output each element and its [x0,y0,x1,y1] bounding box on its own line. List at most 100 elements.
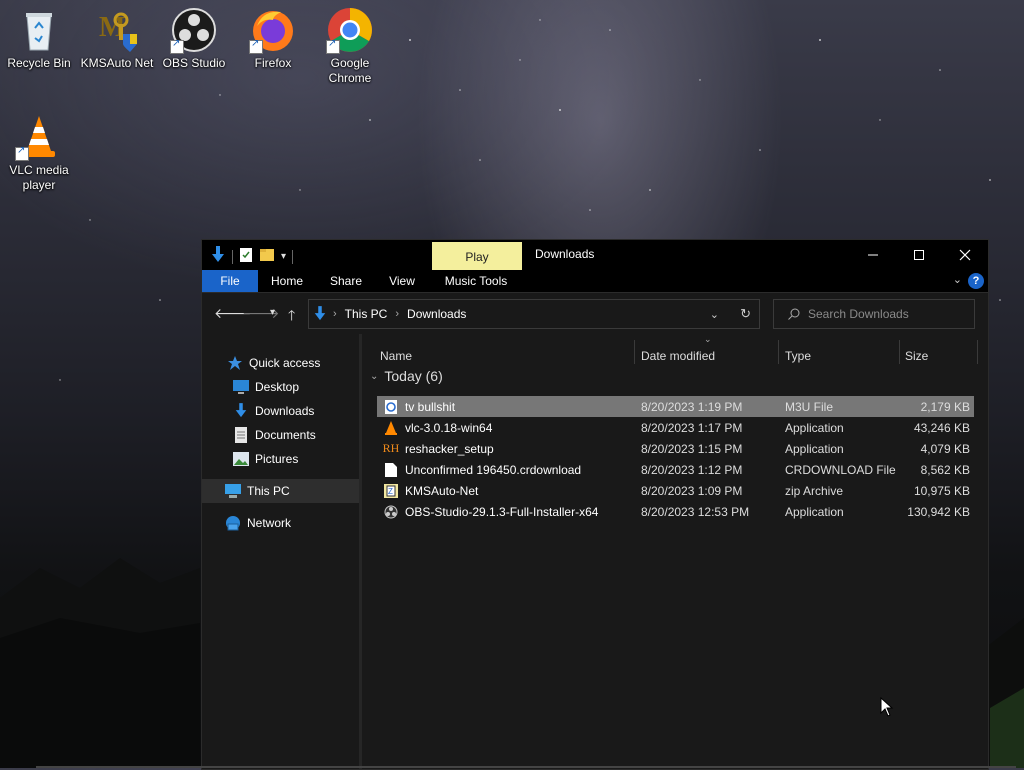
blank-file-icon [383,462,399,478]
maximize-button[interactable] [896,240,942,270]
file-type: Application [785,441,844,456]
desktop-icon-firefox[interactable]: Firefox [236,6,310,71]
desktop-icon-label: KMSAuto Net [80,56,154,70]
file-type: CRDOWNLOAD File [785,462,896,477]
network-icon [225,515,241,531]
tab-file[interactable]: File [202,270,258,292]
file-list: Name Date modified ⌄ Type Size ⌄ Today (… [362,334,988,769]
sidebar-item-label: This PC [247,484,290,498]
download-icon [233,403,249,419]
breadcrumb-this-pc[interactable]: This PC [345,307,388,321]
ribbon-tabs: File Home Share View Music Tools ⌄ ? [202,270,988,293]
search-input[interactable]: Search Downloads [773,299,975,329]
recent-locations-button[interactable]: ▾ [270,307,275,318]
toolbar-divider [232,249,233,264]
file-size: 8,562 KB [920,462,970,477]
address-bar[interactable]: › This PC › Downloads ⌄ ↻ [308,299,760,329]
column-divider[interactable] [778,340,779,364]
column-divider[interactable] [977,340,978,364]
sort-indicator-icon: ⌄ [704,334,712,344]
tab-play[interactable]: Play [432,242,522,270]
close-button[interactable] [942,240,988,270]
table-row[interactable]: RH reshacker_setup 8/20/2023 1:15 PM App… [377,438,974,459]
obs-icon [170,6,218,54]
desktop-icon-label: VLC media player [9,163,69,192]
shortcut-arrow-icon [170,38,184,54]
expand-ribbon-icon[interactable]: ⌄ [953,273,962,286]
file-size: 130,942 KB [907,504,970,519]
group-label: Today (6) [384,368,443,384]
recycle-bin-icon [15,6,63,54]
customize-toolbar-icon[interactable]: ▾ [281,251,286,262]
desktop-icon [233,379,249,395]
desktop-icon-obs[interactable]: OBS Studio [157,6,231,71]
up-button[interactable]: 🡑 [288,305,295,329]
file-date: 8/20/2023 1:19 PM [641,399,743,414]
pc-icon [225,483,241,499]
column-header-type[interactable]: Type [785,344,811,368]
shortcut-arrow-icon [15,145,29,161]
table-row[interactable]: Unconfirmed 196450.crdownload 8/20/2023 … [377,459,974,480]
properties-icon[interactable] [239,247,253,266]
search-icon [788,308,800,320]
file-type: Application [785,420,844,435]
tab-home[interactable]: Home [264,270,310,292]
column-divider[interactable] [899,340,900,364]
file-explorer-window: ▾ Play Downloads File Home Share View Mu… [201,239,989,770]
desktop-icon-chrome[interactable]: Google Chrome [313,6,387,86]
zip-file-icon: Z [383,483,399,499]
new-folder-icon[interactable] [259,247,275,266]
column-divider[interactable] [634,340,635,364]
refresh-icon[interactable]: ↻ [740,306,751,322]
file-name: vlc-3.0.18-win64 [405,420,493,435]
desktop-icon-label: Google Chrome [328,56,372,85]
desktop-icon-label: Recycle Bin [7,56,71,70]
address-dropdown-icon[interactable]: ⌄ [710,308,719,321]
quick-access-toolbar: ▾ [210,246,294,267]
file-date: 8/20/2023 12:53 PM [641,504,750,519]
desktop-icon-vlc[interactable]: VLC media player [2,113,76,193]
file-size: 2,179 KB [920,399,970,414]
file-size: 10,975 KB [913,483,970,498]
navigation-bar: 🡐 🡒 ▾ 🡑 › This PC › Downloads ⌄ ↻ Search… [202,293,988,333]
sidebar-item-quick-access[interactable]: Quick access [202,351,382,375]
file-size: 4,079 KB [920,441,970,456]
desktop-icon-label: Firefox [254,56,292,70]
file-name: KMSAuto-Net [405,483,479,498]
table-row[interactable]: OBS-Studio-29.1.3-Full-Installer-x64 8/2… [377,501,974,522]
tab-share[interactable]: Share [324,270,368,292]
m3u-file-icon [383,399,399,415]
group-header-today[interactable]: ⌄ Today (6) [370,368,443,384]
desktop-icon-recycle-bin[interactable]: Recycle Bin [2,6,76,71]
breadcrumb-chevron-icon: › [333,308,337,320]
toolbar-divider [292,249,294,264]
sidebar-item-network[interactable]: Network [202,511,380,535]
sidebar-item-label: Desktop [255,380,300,394]
file-size: 43,246 KB [913,420,970,435]
pictures-icon [233,451,249,467]
mouse-cursor-icon [880,696,894,720]
sidebar-item-label: Documents [255,428,316,442]
table-row[interactable]: Z KMSAuto-Net 8/20/2023 1:09 PM zip Arch… [377,480,974,501]
column-header-date[interactable]: Date modified [641,344,715,368]
table-row[interactable]: tv bullshit 8/20/2023 1:19 PM M3U File 2… [377,396,974,417]
file-type: Application [785,504,844,519]
table-row[interactable]: vlc-3.0.18-win64 8/20/2023 1:17 PM Appli… [377,417,974,438]
collapse-chevron-icon[interactable]: ⌄ [370,371,378,382]
download-arrow-icon [313,306,327,322]
desktop-icon-kmsauto[interactable]: M KMSAuto Net [80,6,154,71]
download-arrow-icon[interactable] [210,246,226,267]
firefox-icon [249,6,297,54]
column-header-name[interactable]: Name [380,344,412,368]
minimize-button[interactable] [850,240,896,270]
file-date: 8/20/2023 1:09 PM [641,483,743,498]
search-placeholder: Search Downloads [808,307,909,321]
tab-view[interactable]: View [380,270,424,292]
column-header-size[interactable]: Size [905,344,928,368]
help-button[interactable]: ? [968,273,984,289]
obs-installer-icon [383,504,399,520]
tab-music-tools[interactable]: Music Tools [438,270,514,292]
breadcrumb-chevron-icon: › [395,308,400,320]
breadcrumb-downloads[interactable]: Downloads [407,307,466,321]
sidebar-item-this-pc[interactable]: This PC [202,479,380,503]
